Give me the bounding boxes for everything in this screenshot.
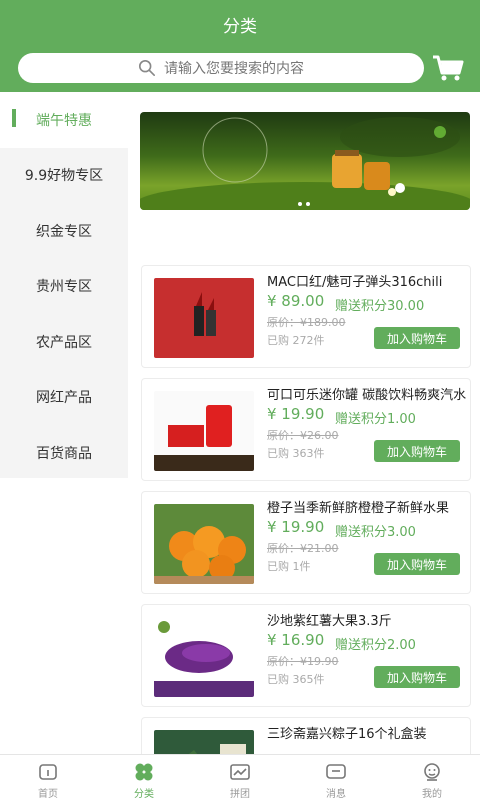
tab-home[interactable]: 首页 (0, 755, 96, 800)
sidebar-item-label: 织金专区 (36, 223, 92, 240)
tab-profile[interactable]: 我的 (384, 755, 480, 800)
product-original-price: 原价：¥21.00 (267, 542, 339, 555)
product-points: 赠送积分3.00 (335, 525, 416, 540)
sidebar-item-9-9[interactable]: 9.9好物专区 (0, 148, 128, 204)
product-price: ¥ 19.90 (267, 405, 325, 423)
add-to-cart-button[interactable]: 加入购物车 (374, 440, 460, 462)
cart-icon[interactable] (432, 54, 464, 82)
tab-label: 消息 (326, 789, 346, 800)
home-icon (39, 764, 57, 780)
tab-category[interactable]: 分类 (96, 755, 192, 800)
sidebar-item-agriculture[interactable]: 农产品区 (0, 314, 128, 370)
product-sold-count: 已购 272件 (267, 334, 325, 347)
search-placeholder: 请输入您要搜索的内容 (164, 61, 304, 77)
product-sold-count: 已购 365件 (267, 673, 325, 686)
message-icon (326, 764, 346, 779)
product-name: 三珍斋嘉兴粽子16个礼盒装 (267, 727, 427, 742)
product-price: ¥ 16.90 (267, 631, 325, 649)
product-card[interactable]: 沙地紫红薯大果3.3斤 ¥ 16.90 赠送积分2.00 原价：¥19.90 已… (141, 604, 471, 707)
product-original-price: 原价：¥189.00 (267, 316, 346, 329)
product-points: 赠送积分2.00 (335, 638, 416, 653)
product-price: ¥ 89.00 (267, 292, 325, 310)
sidebar-item-label: 百货商品 (36, 445, 92, 462)
product-card[interactable]: 橙子当季新鲜脐橙橙子新鲜水果 ¥ 19.90 赠送积分3.00 原价：¥21.0… (141, 491, 471, 594)
product-original-price: 原价：¥26.00 (267, 429, 339, 442)
search-input[interactable]: 请输入您要搜索的内容 (18, 53, 424, 83)
banner-image (140, 117, 470, 210)
sidebar-item-zhijin[interactable]: 织金专区 (0, 203, 128, 259)
product-sold-count: 已购 363件 (267, 447, 325, 460)
sidebar-item-guizhou[interactable]: 贵州专区 (0, 259, 128, 315)
product-image (154, 278, 254, 358)
sidebar-item-general[interactable]: 百货商品 (0, 425, 128, 481)
add-to-cart-button[interactable]: 加入购物车 (374, 327, 460, 349)
product-points: 赠送积分1.00 (335, 412, 416, 427)
product-name: 可口可乐迷你罐 碳酸饮料畅爽汽水 (267, 388, 467, 403)
product-name: 沙地紫红薯大果3.3斤 (267, 614, 392, 629)
product-price: ¥ 19.90 (267, 518, 325, 536)
tab-label: 分类 (134, 789, 154, 800)
tab-group-buy[interactable]: 拼团 (192, 755, 288, 800)
promo-banner[interactable] (140, 112, 470, 210)
profile-icon (424, 763, 440, 781)
product-name: MAC口红/魅可子弹头316chili (267, 275, 443, 290)
product-original-price: 原价：¥19.90 (267, 655, 339, 668)
product-card[interactable]: 可口可乐迷你罐 碳酸饮料畅爽汽水 ¥ 19.90 赠送积分1.00 原价：¥26… (141, 378, 471, 481)
sidebar-item-label: 贵州专区 (36, 279, 92, 296)
sidebar-item-label: 9.9好物专区 (24, 168, 104, 185)
product-image (154, 391, 254, 471)
tab-messages[interactable]: 消息 (288, 755, 384, 800)
product-sold-count: 已购 1件 (267, 560, 311, 573)
sidebar-item-internet-famous[interactable]: 网红产品 (0, 370, 128, 426)
category-icon (135, 763, 153, 781)
product-points: 赠送积分30.00 (335, 299, 425, 314)
page-title: 分类 (223, 17, 257, 37)
category-sidebar: 端午特惠 9.9好物专区 织金专区 贵州专区 农产品区 网红产品 百货商品 (0, 92, 128, 478)
product-card[interactable]: MAC口红/魅可子弹头316chili ¥ 89.00 赠送积分30.00 原价… (141, 265, 471, 368)
sidebar-item-label: 农产品区 (36, 334, 92, 351)
product-name: 橙子当季新鲜脐橙橙子新鲜水果 (267, 501, 450, 516)
bottom-tab-bar: 首页 分类 拼团 消息 我的 (0, 754, 480, 800)
tab-label: 首页 (38, 789, 58, 800)
sidebar-item-label: 端午特惠 (36, 112, 92, 129)
add-to-cart-button[interactable]: 加入购物车 (374, 666, 460, 688)
product-image (154, 617, 254, 697)
tab-label: 拼团 (230, 789, 250, 800)
tab-label: 我的 (422, 789, 442, 800)
sidebar-item-label: 网红产品 (36, 390, 92, 407)
group-buy-icon (230, 764, 250, 780)
product-image (154, 504, 254, 584)
search-icon (138, 59, 156, 77)
sidebar-item-dragon-boat[interactable]: 端午特惠 (0, 92, 128, 148)
add-to-cart-button[interactable]: 加入购物车 (374, 553, 460, 575)
header: 分类 请输入您要搜索的内容 (0, 0, 480, 92)
